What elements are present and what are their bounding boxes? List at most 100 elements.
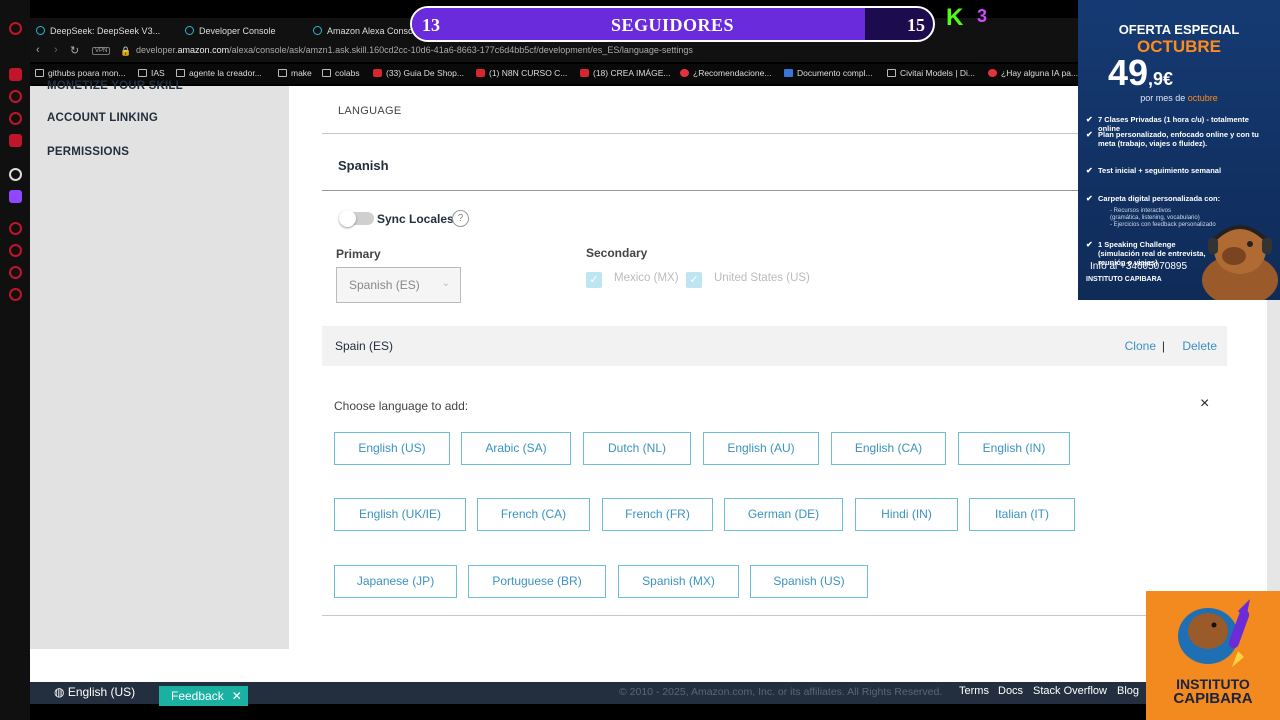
messenger-icon[interactable] [9, 68, 22, 81]
bookmark-item[interactable]: ¿Hay alguna IA pa... [988, 68, 1078, 78]
add-language-button[interactable]: English (AU) [703, 432, 819, 465]
bookmark-item[interactable]: IAS [138, 68, 165, 78]
bookmark-item[interactable]: agente la creador... [176, 68, 262, 78]
ad-price: 49,9€ [1108, 52, 1174, 93]
bookmark-item[interactable]: (33) Guia De Shop... [373, 68, 464, 78]
tab-favicon-icon [36, 26, 45, 35]
add-language-button[interactable]: Portuguese (BR) [468, 565, 606, 598]
extensions-icon[interactable] [9, 266, 22, 279]
ad-item: Plan personalizado, enfocado online y co… [1086, 130, 1273, 148]
add-language-button[interactable]: Dutch (NL) [583, 432, 691, 465]
sync-locales-toggle[interactable] [339, 210, 374, 227]
locale-row: Spain (ES) Clone | Delete [322, 326, 1227, 366]
forward-icon[interactable]: › [54, 44, 58, 56]
opera-icon[interactable] [9, 22, 22, 35]
telegram-icon[interactable] [9, 112, 22, 125]
tab-favicon-icon [313, 26, 322, 35]
add-language-button[interactable]: French (CA) [477, 498, 590, 531]
reload-icon[interactable]: ↻ [70, 44, 79, 57]
followers-title: SEGUIDORES [610, 15, 735, 35]
back-icon[interactable]: ‹ [36, 44, 40, 56]
bookmark-item[interactable]: (18) CREA IMÁGE... [580, 68, 670, 78]
aria-icon[interactable] [9, 168, 22, 181]
add-language-button[interactable]: French (FR) [602, 498, 713, 531]
add-language-button[interactable]: Spanish (MX) [618, 565, 739, 598]
tab-deepseek[interactable]: DeepSeek: DeepSeek V3... [36, 22, 160, 40]
add-language-button[interactable]: English (CA) [831, 432, 946, 465]
whatsapp-icon[interactable] [9, 90, 22, 103]
locale-name: Spain (ES) [335, 339, 394, 353]
twitch-icon[interactable] [9, 190, 22, 203]
delete-link[interactable]: Delete [1182, 339, 1217, 353]
add-language-button[interactable]: Spanish (US) [750, 565, 868, 598]
checkbox-mexico[interactable]: ✓ [586, 272, 602, 288]
copyright: © 2010 - 2025, Amazon.com, Inc. or its a… [619, 686, 943, 698]
footer-link-docs[interactable]: Docs [998, 685, 1023, 697]
sync-locales-label: Sync Locales [377, 212, 454, 226]
bookmark-item[interactable]: (1) N8N CURSO C... [476, 68, 567, 78]
folder-icon [322, 69, 331, 77]
page-bottom [30, 649, 1280, 682]
sidebar-item-monetize[interactable]: MONETIZE YOUR SKILL [47, 80, 183, 92]
bookmark-item[interactable]: colabs [322, 68, 360, 78]
close-icon[interactable]: ✕ [232, 689, 242, 703]
ai-icon [680, 69, 689, 77]
secondary-label: Secondary [586, 246, 648, 260]
tab-developer-console[interactable]: Developer Console [185, 22, 276, 40]
add-language-button[interactable]: English (UK/IE) [334, 498, 466, 531]
folder-icon [138, 69, 147, 77]
bookmark-item[interactable]: make [278, 68, 312, 78]
bookmark-item[interactable]: Documento compl... [784, 68, 873, 78]
choose-language-label: Choose language to add: [334, 399, 469, 413]
civitai-icon [887, 69, 896, 77]
ad-item: Carpeta digital personalizada con: [1086, 194, 1273, 203]
lock-icon[interactable]: 🔒 [120, 46, 131, 57]
checkbox-label: United States (US) [714, 272, 810, 284]
bookmark-item[interactable]: ¿Recomendacione... [680, 68, 771, 78]
player-icon[interactable] [9, 222, 22, 235]
promo-ad: OFERTA ESPECIAL OCTUBRE 49,9€ por mes de… [1078, 0, 1280, 300]
ad-item: Test inicial + seguimiento semanal [1086, 166, 1273, 175]
help-icon[interactable]: ? [452, 210, 469, 227]
youtube-icon [580, 69, 589, 77]
close-icon[interactable]: × [1200, 395, 1209, 413]
language-selector[interactable]: ◍ English (US) [54, 685, 135, 699]
sidebar-item-account-linking[interactable]: ACCOUNT LINKING [47, 112, 158, 124]
checkbox-united-states[interactable]: ✓ [686, 272, 702, 288]
add-language-button[interactable]: Japanese (JP) [334, 565, 457, 598]
feedback-button[interactable]: Feedback ✕ [159, 686, 248, 706]
footer-link-terms[interactable]: Terms [959, 685, 989, 697]
separator: | [1161, 339, 1165, 353]
youtube-icon [373, 69, 382, 77]
instagram-icon[interactable] [9, 134, 22, 147]
kick-count: 3 [977, 6, 988, 26]
primary-locale-select[interactable]: Spanish (ES) ⌄ [336, 267, 461, 303]
settings-icon[interactable] [9, 288, 22, 301]
sidebar-item-permissions[interactable]: PERMISSIONS [47, 146, 129, 158]
add-language-button[interactable]: Arabic (SA) [461, 432, 571, 465]
add-language-button[interactable]: Hindi (IN) [855, 498, 958, 531]
ai-icon [988, 69, 997, 77]
footer-link-blog[interactable]: Blog [1117, 685, 1139, 697]
section-header: LANGUAGE [338, 105, 402, 117]
tab-favicon-icon [185, 26, 194, 35]
bookmark-item[interactable]: Civitai Models | Di... [887, 68, 975, 78]
address-bar: ‹ › ↻ VPN 🔒 developer.amazon.com/alexa/c… [30, 42, 1080, 62]
chevron-down-icon: ⌄ [441, 278, 450, 289]
clone-link[interactable]: Clone [1125, 339, 1156, 353]
toggle-knob [339, 210, 356, 227]
bookmark-item[interactable]: githubs poara mon... [35, 68, 126, 78]
add-language-button[interactable]: Italian (IT) [969, 498, 1075, 531]
add-language-button[interactable]: English (US) [334, 432, 450, 465]
url-field[interactable]: developer.amazon.com/alexa/console/ask/a… [136, 45, 693, 55]
youtube-icon [476, 69, 485, 77]
checkbox-label: Mexico (MX) [614, 272, 679, 284]
tab-alexa-console[interactable]: Amazon Alexa Conso [313, 22, 413, 40]
vpn-badge[interactable]: VPN [92, 47, 111, 55]
add-language-button[interactable]: German (DE) [724, 498, 843, 531]
footer-link-stack-overflow[interactable]: Stack Overflow [1033, 685, 1107, 697]
history-icon[interactable] [9, 244, 22, 257]
ad-per-month: por mes de octubre [1140, 93, 1218, 103]
add-language-button[interactable]: English (IN) [958, 432, 1070, 465]
kick-logo-icon: K [946, 4, 964, 31]
